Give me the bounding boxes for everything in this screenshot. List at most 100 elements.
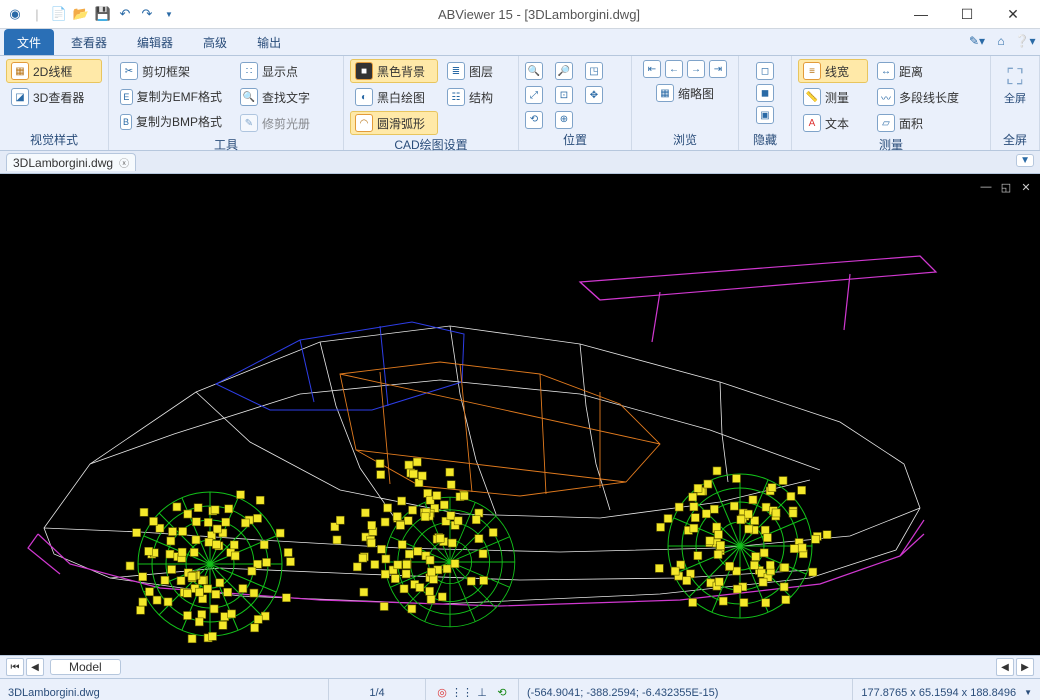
save-icon[interactable]: 💾 [94,5,112,23]
nav-first-icon[interactable]: ⇤ [643,60,661,78]
measure-button[interactable]: 📏测量 [798,85,868,109]
nav-last-icon[interactable]: ⇥ [709,60,727,78]
grid-icon[interactable]: ⋮⋮ [454,685,470,700]
undo-icon[interactable]: ↶ [116,5,134,23]
show-points-button[interactable]: ∷显示点 [235,59,327,83]
status-file-label: 3DLamborgini.dwg [8,687,100,699]
trim-button[interactable]: ✎修剪光册 [235,111,327,135]
tool-help-icon[interactable]: ❔▾ [1016,32,1034,50]
ribbon-group-cad-settings: ■黑色背景 ◐黑白绘图 ◠圆滑弧形 ≣图层 ☷结构 CAD绘图设置 [344,56,519,150]
sheet-bar: ⏮ ◀ Model ◀ ▶ [0,656,1040,679]
drawing-viewport[interactable]: — ◱ ✕ [0,174,1040,656]
zoom-realtime-icon[interactable]: ⊕ [555,111,573,129]
sheet-first-icon[interactable]: ⏮ [6,658,24,676]
text-button[interactable]: A文本 [798,111,868,135]
vp-minimize-icon[interactable]: — [978,180,994,194]
menu-tab-editor[interactable]: 编辑器 [124,29,186,55]
linewidth-label: 线宽 [825,63,849,80]
copy-emf-button[interactable]: E复制为EMF格式 [115,85,227,108]
polyline-len-label: 多段线长度 [899,89,959,106]
open-icon[interactable]: 📂 [72,5,90,23]
polar-icon[interactable]: ⟲ [494,685,510,700]
linewidth-button[interactable]: ≡线宽 [798,59,868,83]
sheet-nav: ⏮ ◀ [0,658,50,676]
zoom-extents-icon[interactable]: ⤢ [525,86,543,104]
black-bg-icon: ■ [355,62,373,80]
ribbon-group-label: 隐藏 [745,131,785,150]
bw-draw-button[interactable]: ◐黑白绘图 [350,85,438,109]
arc-icon: ◠ [355,114,373,132]
menu-bar: 文件 查看器 编辑器 高级 输出 ✎▾ ⌂ ❔▾ [0,29,1040,56]
cut-frame-button[interactable]: ✂剪切框架 [115,59,227,83]
show-all-icon[interactable]: ▣ [756,106,774,124]
nav-next-icon[interactable]: → [687,60,705,78]
minimize-button[interactable]: — [902,4,940,24]
sheet-prev-icon[interactable]: ◀ [26,658,44,676]
black-bg-button[interactable]: ■黑色背景 [350,59,438,83]
sheet-tab-model[interactable]: Model [50,659,121,675]
zoom-prev-icon[interactable]: ⟲ [525,111,543,129]
zoom-in-icon[interactable]: 🔍 [525,62,543,80]
menu-tab-advanced[interactable]: 高级 [190,29,240,55]
ribbon-group-label: 视觉样式 [6,131,102,150]
ribbon-group-visual-style: ▦ 2D线框 ◪ 3D查看器 视觉样式 [0,56,109,150]
bw-icon: ◐ [355,88,373,106]
status-file: 3DLamborgini.dwg [0,679,329,700]
status-bar: 3DLamborgini.dwg 1/4 ◎ ⋮⋮ ⊥ ⟲ (-564.9041… [0,679,1040,700]
redo-icon[interactable]: ↷ [138,5,156,23]
new-icon[interactable]: 📄 [50,5,68,23]
tool-pencil-icon[interactable]: ✎▾ [968,32,986,50]
zoom-window-icon[interactable]: ◳ [585,62,603,80]
smooth-arc-label: 圆滑弧形 [377,115,425,132]
smooth-arc-button[interactable]: ◠圆滑弧形 [350,111,438,135]
snap-icon[interactable]: ◎ [434,685,450,700]
find-text-button[interactable]: 🔍查找文字 [235,85,327,109]
fullscreen-icon[interactable]: ⛶ [1007,64,1022,90]
thumbnails-button[interactable]: ▦缩略图 [651,81,719,105]
sheet-tab-label: Model [69,660,102,674]
layers-button[interactable]: ≣图层 [442,59,502,83]
area-label: 面积 [899,115,923,132]
maximize-button[interactable]: ☐ [948,4,986,24]
menu-tab-file[interactable]: 文件 [4,29,54,55]
car-wireframe [20,234,980,654]
copy-bmp-label: 复制为BMP格式 [136,113,222,130]
pan-icon[interactable]: ✥ [585,86,603,104]
sheet-scroll-left-icon[interactable]: ◀ [996,658,1014,676]
structure-button[interactable]: ☷结构 [442,85,502,109]
status-page: 1/4 [329,679,426,700]
document-tab[interactable]: 3DLamborgini.dwg ⓧ [6,153,136,171]
status-coords-label: (-564.9041; -388.2594; -6.432355E-15) [527,687,718,699]
ribbon-group-label: 位置 [525,131,625,150]
trim-icon: ✎ [240,114,258,132]
zoom-out-icon[interactable]: 🔎 [555,62,573,80]
text-a-icon: A [803,114,821,132]
zoom-fit-icon[interactable]: ⊡ [555,86,573,104]
find-text-label: 查找文字 [262,89,310,106]
nav-prev-icon[interactable]: ← [665,60,683,78]
vp-maximize-icon[interactable]: ◱ [998,180,1014,194]
sheet-scroll-right-icon[interactable]: ▶ [1016,658,1034,676]
tool-home-icon[interactable]: ⌂ [992,32,1010,50]
3d-viewer-button[interactable]: ◪ 3D查看器 [6,85,102,109]
status-dropdown-icon[interactable]: ▼ [1024,688,1032,697]
linewidth-icon: ≡ [803,62,821,80]
hide-sel-icon[interactable]: ◻ [756,62,774,80]
2d-wireframe-button[interactable]: ▦ 2D线框 [6,59,102,83]
distance-button[interactable]: ↔距离 [872,59,976,83]
hide-other-icon[interactable]: ◼ [756,84,774,102]
quick-access-toolbar: ◉ | 📄 📂 💾 ↶ ↷ ▼ [0,5,184,23]
qat-dropdown-icon[interactable]: ▼ [160,5,178,23]
vp-close-icon[interactable]: ✕ [1018,180,1034,194]
area-button[interactable]: ▱面积 [872,111,976,135]
menu-tab-viewer[interactable]: 查看器 [58,29,120,55]
ortho-icon[interactable]: ⊥ [474,685,490,700]
close-tab-icon[interactable]: ⓧ [119,155,129,170]
doctab-dropdown-icon[interactable]: ▼ [1016,154,1034,167]
close-button[interactable]: ✕ [994,4,1032,24]
viewport-controls: — ◱ ✕ [978,180,1034,194]
menu-tab-output[interactable]: 输出 [244,29,294,55]
polyline-len-button[interactable]: 〰多段线长度 [872,85,976,109]
black-bg-label: 黑色背景 [377,63,425,80]
copy-bmp-button[interactable]: B复制为BMP格式 [115,110,227,133]
